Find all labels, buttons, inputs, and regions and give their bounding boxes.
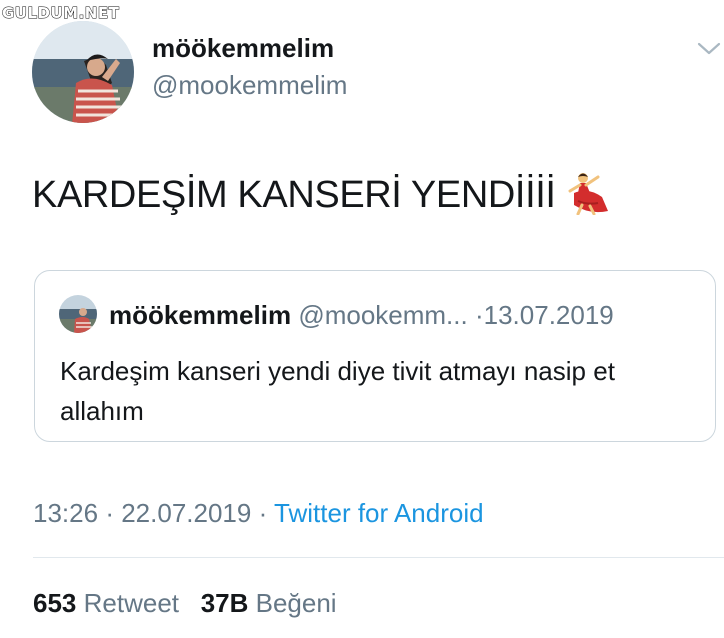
quoted-avatar-photo (59, 295, 97, 333)
tweet-source-link[interactable]: Twitter for Android (274, 498, 484, 528)
likes-count: 37B (200, 588, 249, 618)
tweet-meta: 13:26 · 22.07.2019 · Twitter for Android (33, 498, 484, 529)
avatar-photo (32, 21, 134, 123)
tweet-time[interactable]: 13:26 (33, 498, 98, 528)
tweet-text-body: KARDEŞİM KANSERİ YENDİİİİ (32, 174, 556, 216)
chevron-down-icon[interactable] (696, 40, 722, 58)
likes-label: Beğeni (255, 588, 337, 618)
retweets-count: 653 (33, 588, 77, 618)
quoted-avatar[interactable] (59, 295, 97, 333)
divider (33, 557, 724, 558)
meta-separator: · (258, 498, 268, 528)
quoted-date[interactable]: 13.07.2019 (484, 300, 614, 330)
retweets-stat[interactable]: 653 Retweet (33, 588, 179, 618)
quoted-tweet-card[interactable]: möökemmelim @mookemm... ·13.07.2019 Kard… (34, 270, 716, 442)
display-name[interactable]: möökemmelim (152, 33, 334, 64)
quoted-separator: · (474, 300, 484, 330)
meta-separator: · (105, 498, 114, 528)
quoted-header: möökemmelim @mookemm... ·13.07.2019 (109, 300, 614, 331)
avatar[interactable] (32, 21, 134, 123)
tweet-text: KARDEŞİM KANSERİ YENDİİİİ (32, 171, 610, 217)
quoted-handle[interactable]: @mookemm... (298, 300, 467, 330)
likes-stat[interactable]: 37B Beğeni (201, 588, 337, 618)
dancer-emoji-icon (564, 171, 610, 216)
username-handle[interactable]: @mookemmelim (152, 70, 347, 101)
quoted-display-name[interactable]: möökemmelim (109, 300, 291, 330)
quoted-tweet-text: Kardeşim kanseri yendi diye tivit atmayı… (60, 356, 615, 426)
tweet-date[interactable]: 22.07.2019 (121, 498, 251, 528)
retweets-label: Retweet (83, 588, 180, 618)
engagement-stats: 653 Retweet 37B Beğeni (33, 588, 337, 619)
watermark-logo: GULDUM.NET (1, 4, 120, 23)
